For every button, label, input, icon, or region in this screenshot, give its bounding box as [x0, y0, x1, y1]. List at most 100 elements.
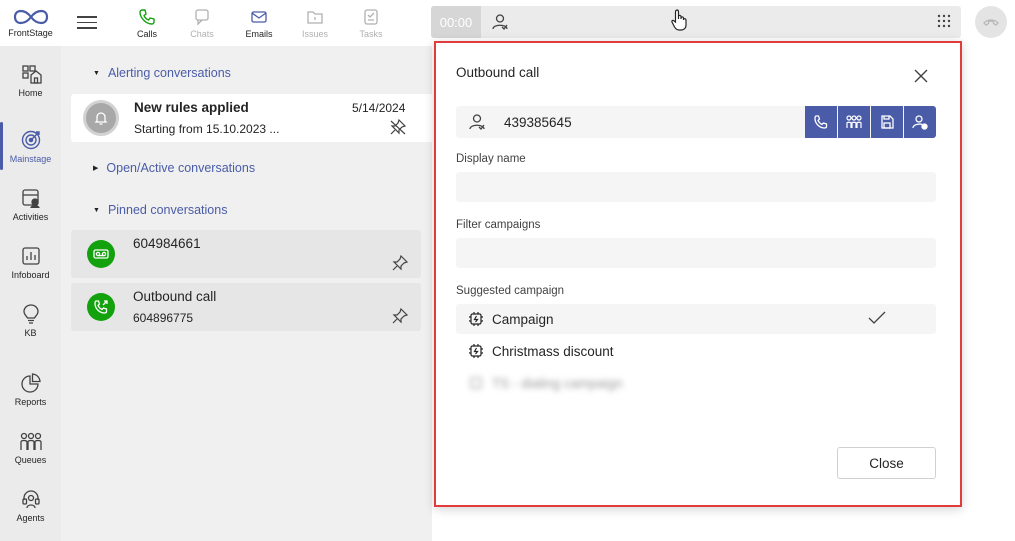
infinity-logo-icon [13, 9, 48, 25]
alert-date: 5/14/2024 [352, 101, 406, 115]
hand-cursor-icon [671, 8, 689, 37]
nav-label: Calls [136, 28, 157, 39]
alert-conversation-card[interactable]: New rules applied Starting from 15.10.20… [71, 94, 432, 142]
voicemail-icon [93, 249, 109, 259]
campaign-name: Christmass discount [492, 343, 614, 359]
rail-label: Queues [14, 454, 47, 465]
target-icon [21, 130, 40, 149]
suggested-campaign-label: Suggested campaign [456, 285, 565, 297]
alert-subtitle: Starting from 15.10.2023 ... [134, 122, 280, 136]
pie-chart-icon [20, 372, 41, 393]
phone-actions [804, 106, 936, 138]
call-button[interactable] [805, 106, 837, 138]
save-icon [881, 115, 894, 129]
pinned-section-header[interactable]: ▼ Pinned conversations [93, 203, 227, 217]
save-contact-button[interactable] [871, 106, 903, 138]
rail-item-mainstage[interactable]: Mainstage [0, 118, 61, 174]
rail-label: Agents [16, 512, 45, 523]
pinned-conversation-card[interactable]: Outbound call 604896775 [71, 283, 421, 331]
nav-chats[interactable]: Chats [179, 4, 225, 42]
rail-label: Activities [12, 211, 49, 222]
campaign-option[interactable]: Christmass discount [456, 336, 936, 366]
call-timer: 00:00 [431, 6, 481, 38]
phone-number-row [456, 106, 936, 138]
filter-campaigns-input[interactable] [456, 238, 936, 268]
hamburger-line [77, 21, 97, 23]
contact-settings-button[interactable] [904, 106, 936, 138]
rail-label: KB [24, 327, 37, 338]
rail-label: Infoboard [11, 269, 50, 280]
infoboard-icon [21, 246, 40, 265]
close-icon[interactable] [912, 67, 930, 85]
home-icon [21, 64, 42, 84]
campaign-name: TS - dialing campaign [492, 375, 623, 391]
nav-issues[interactable]: Issues [292, 4, 338, 42]
menu-toggle-button[interactable] [77, 12, 97, 32]
campaign-option[interactable]: Campaign [456, 304, 936, 334]
rail-item-infoboard[interactable]: Infoboard [0, 234, 61, 290]
dialpad-icon[interactable] [937, 14, 951, 33]
checkmark-icon [868, 311, 886, 330]
pin-icon[interactable] [391, 307, 409, 330]
nav-label: Issues [301, 28, 328, 39]
nav-calls[interactable]: Calls [124, 4, 170, 42]
caret-right-icon: ▶ [93, 165, 99, 172]
nav-emails[interactable]: Emails [236, 4, 282, 42]
rail-item-kb[interactable]: KB [0, 292, 61, 348]
rail-item-activities[interactable]: Activities [0, 176, 61, 232]
caret-down-icon: ▼ [93, 69, 100, 77]
campaign-option[interactable]: TS - dialing campaign [456, 368, 936, 398]
display-name-label: Display name [456, 153, 526, 165]
queues-icon [846, 115, 862, 128]
top-bar: Calls Chats Emails Issues Tasks 00:00 [61, 0, 1015, 46]
display-name-input[interactable] [456, 172, 936, 202]
section-title: Pinned conversations [107, 203, 228, 217]
section-title: Alerting conversations [107, 66, 231, 80]
rail-label: Reports [14, 396, 47, 407]
logo[interactable]: FrontStage [0, 0, 61, 46]
hangup-icon [983, 19, 999, 26]
rail-item-agents[interactable]: Agents [0, 477, 61, 533]
filter-campaigns-label: Filter campaigns [456, 219, 541, 231]
unpin-icon[interactable] [389, 118, 407, 141]
outbound-call-dialog: Outbound call 439385645 Display name Fil… [434, 41, 962, 507]
headset-icon [21, 489, 40, 508]
open-section-header[interactable]: ▶ Open/Active conversations [93, 161, 255, 175]
rail-item-home[interactable]: Home [0, 52, 61, 108]
pin-icon[interactable] [391, 254, 409, 277]
app-root: FrontStage Home Mainstage Activities Inf… [0, 0, 1015, 541]
voicemail-avatar [87, 240, 115, 268]
caller-icon[interactable] [491, 13, 509, 36]
bell-avatar [83, 100, 119, 136]
rail-label: Mainstage [9, 153, 52, 164]
dialog-title: Outbound call [456, 65, 540, 80]
campaign-name: Campaign [492, 311, 554, 327]
pinned-title: Outbound call [133, 289, 217, 304]
hamburger-line [77, 27, 97, 29]
outbound-call-icon [94, 300, 108, 314]
phone-icon [814, 115, 828, 129]
caret-down-icon: ▼ [93, 206, 100, 214]
phone-number-input[interactable] [504, 106, 804, 138]
hangup-button[interactable] [975, 6, 1007, 38]
pinned-subtitle: 604896775 [133, 311, 194, 325]
activities-icon [21, 188, 40, 208]
hamburger-line [77, 16, 97, 18]
contact-icon [468, 113, 486, 136]
close-button[interactable]: Close [837, 447, 936, 479]
user-settings-icon [912, 115, 928, 130]
pinned-title: 604984661 [133, 236, 201, 251]
rail-item-queues[interactable]: Queues [0, 419, 61, 475]
rail-item-reports[interactable]: Reports [0, 361, 61, 417]
phone-icon [139, 8, 155, 25]
nav-tasks[interactable]: Tasks [348, 4, 394, 42]
queues-button[interactable] [838, 106, 870, 138]
chat-icon [195, 8, 209, 26]
pinned-conversation-card[interactable]: 604984661 [71, 230, 421, 278]
alerting-section-header[interactable]: ▼ Alerting conversations [93, 66, 231, 80]
conversations-panel: ▼ Alerting conversations New rules appli… [61, 46, 432, 541]
left-rail: FrontStage Home Mainstage Activities Inf… [0, 0, 61, 541]
section-title: Open/Active conversations [106, 161, 256, 175]
lightbulb-icon [22, 303, 39, 324]
nav-label: Tasks [359, 28, 383, 39]
